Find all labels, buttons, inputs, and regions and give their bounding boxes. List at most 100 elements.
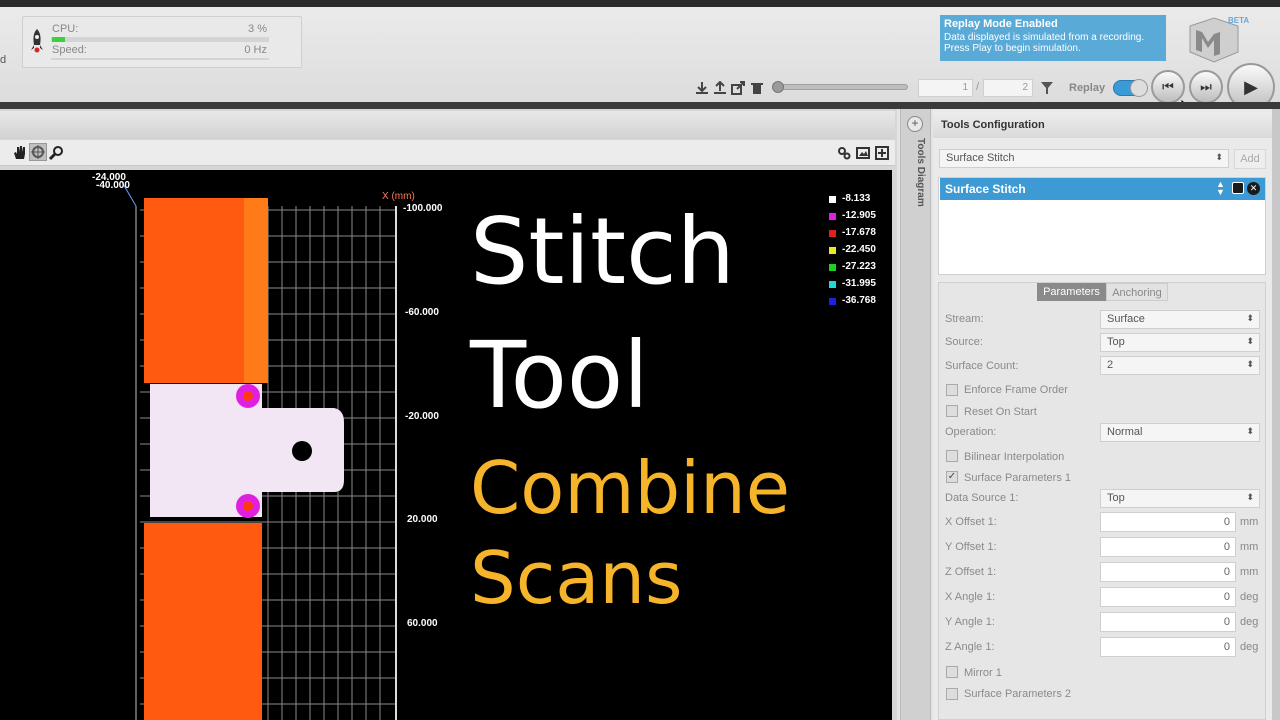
overlay-subtitle-line1: Combine (470, 446, 791, 530)
logo: BETA (1184, 16, 1254, 66)
next-frame-button[interactable]: ⏭ (1189, 70, 1223, 104)
tools-diagram-label: Tools Diagram (915, 138, 926, 207)
rotate-tool-icon[interactable] (29, 143, 47, 161)
legend-value: -22.450 (842, 244, 876, 255)
operation-value: Normal (1107, 426, 1143, 438)
x-angle-1-input[interactable]: 0 (1100, 587, 1236, 607)
surface-parameters-1-label: Surface Parameters 1 (964, 472, 1071, 484)
z-offset-1-label: Z Offset 1: (945, 566, 997, 578)
scan-surface-top-edge (244, 198, 268, 383)
surface-parameters-1-checkbox[interactable]: ✓ (946, 471, 958, 483)
app-window: d CPU: 3 % Speed: 0 Hz Replay Mode Enabl… (0, 0, 1280, 720)
skip-forward-icon: ⏭ (1200, 79, 1212, 94)
scan-viewer-canvas[interactable]: -24.000 -40.000 X (mm) -100.000 -60.000 … (0, 170, 892, 720)
settings-gears-icon[interactable] (837, 146, 851, 160)
scan-plot (121, 181, 397, 720)
filter-icon[interactable] (1040, 81, 1054, 95)
play-icon: ▶ (1244, 77, 1258, 97)
frame-current-input[interactable]: 1 (918, 79, 973, 97)
x-offset-1-input[interactable]: 0 (1100, 512, 1236, 532)
dropdown-arrow-icon: ⬍ (1246, 492, 1254, 502)
reset-on-start-checkbox[interactable] (946, 405, 958, 417)
zoom-magnifier-icon[interactable] (48, 145, 65, 161)
part-hole (292, 441, 312, 461)
mirror-1-checkbox[interactable] (946, 666, 958, 678)
replay-slider[interactable] (772, 84, 908, 90)
cpu-bar (51, 37, 269, 42)
x-angle-1-unit: deg (1240, 591, 1259, 603)
legend-swatch (829, 230, 836, 237)
previous-frame-button[interactable]: ⏮ (1151, 70, 1185, 104)
surface-count-label: Surface Count: (945, 360, 1019, 372)
download-icon[interactable] (695, 81, 709, 95)
frame-separator: / (976, 81, 980, 93)
skip-back-icon: ⏮ (1162, 79, 1174, 94)
stream-value: Surface (1107, 313, 1145, 325)
beta-badge: BETA (1228, 16, 1250, 25)
panel-scrollbar[interactable] (1272, 109, 1280, 720)
expand-plus-icon[interactable]: + (907, 116, 923, 132)
enforce-frame-order-label: Enforce Frame Order (964, 384, 1068, 396)
image-view-icon[interactable] (856, 146, 870, 160)
legend-value: -8.133 (842, 193, 871, 204)
add-view-icon[interactable] (875, 146, 889, 160)
replay-mode-banner: Replay Mode Enabled Data displayed is si… (940, 15, 1166, 61)
y-angle-1-input[interactable]: 0 (1100, 612, 1236, 632)
operation-dropdown[interactable]: Normal ⬍ (1100, 423, 1260, 442)
speed-label: Speed: (52, 44, 87, 56)
legend-swatch (829, 213, 836, 220)
y-angle-1-label: Y Angle 1: (945, 616, 995, 628)
data-source-1-label: Data Source 1: (945, 492, 1019, 504)
reset-on-start-label: Reset On Start (964, 406, 1037, 418)
legend-value: -27.223 (842, 261, 876, 272)
export-icon[interactable] (731, 81, 745, 95)
y-offset-1-input[interactable]: 0 (1100, 537, 1236, 557)
stream-dropdown[interactable]: Surface ⬍ (1100, 310, 1260, 329)
overlay-title-line2: Tool (470, 322, 649, 429)
dropdown-arrow-icon: ⬍ (1246, 359, 1254, 369)
z-offset-1-unit: mm (1240, 566, 1259, 578)
surface-count-dropdown[interactable]: 2 ⬍ (1100, 356, 1260, 375)
pan-hand-icon[interactable] (12, 145, 28, 161)
bilinear-interpolation-checkbox[interactable] (946, 450, 958, 462)
enforce-frame-order-checkbox[interactable] (946, 384, 958, 396)
source-dropdown[interactable]: Top ⬍ (1100, 333, 1260, 352)
source-label: Source: (945, 336, 983, 348)
bilinear-interpolation-label: Bilinear Interpolation (964, 451, 1065, 463)
z-angle-1-unit: deg (1240, 641, 1259, 653)
upload-icon[interactable] (713, 80, 727, 95)
speed-value: 0 Hz (244, 44, 267, 56)
z-offset-1-input[interactable]: 0 (1100, 562, 1236, 582)
tool-type-value: Surface Stitch (946, 152, 1015, 164)
legend-value: -31.995 (842, 278, 876, 289)
performance-panel: CPU: 3 % Speed: 0 Hz (22, 16, 302, 68)
replay-slider-handle[interactable] (772, 81, 784, 93)
tab-anchoring[interactable]: Anchoring (1106, 283, 1168, 301)
tool-type-dropdown[interactable]: Surface Stitch ⬍ (939, 149, 1229, 168)
save-icon[interactable] (1232, 182, 1244, 194)
trash-icon[interactable] (750, 81, 764, 95)
data-source-1-dropdown[interactable]: Top ⬍ (1100, 489, 1260, 508)
reorder-arrows-icon[interactable]: ▲ ▼ (1216, 180, 1226, 198)
z-angle-1-label: Z Angle 1: (945, 641, 995, 653)
tab-parameters[interactable]: Parameters (1037, 283, 1106, 301)
corner-value-bottom: -40.000 (96, 180, 130, 191)
cpu-value: 3 % (248, 23, 267, 35)
legend-swatch (829, 281, 836, 288)
legend-swatch (829, 196, 836, 203)
surface-parameters-2-checkbox[interactable] (946, 688, 958, 700)
tick-label: -20.000 (405, 411, 439, 422)
tick-label: -100.000 (403, 203, 443, 214)
operation-label: Operation: (945, 426, 997, 438)
legend-value: -12.905 (842, 210, 876, 221)
replay-label: Replay (1069, 82, 1106, 94)
z-angle-1-input[interactable]: 0 (1100, 637, 1236, 657)
dropdown-arrow-icon: ⬍ (1246, 426, 1254, 436)
legend-swatch (829, 247, 836, 254)
mirror-1-label: Mirror 1 (964, 667, 1002, 679)
replay-toggle-knob[interactable] (1130, 79, 1148, 97)
y-offset-1-unit: mm (1240, 541, 1259, 553)
remove-tool-icon[interactable]: ✕ (1247, 182, 1260, 195)
add-tool-button[interactable]: Add (1234, 149, 1266, 169)
surface-count-value: 2 (1107, 359, 1114, 371)
